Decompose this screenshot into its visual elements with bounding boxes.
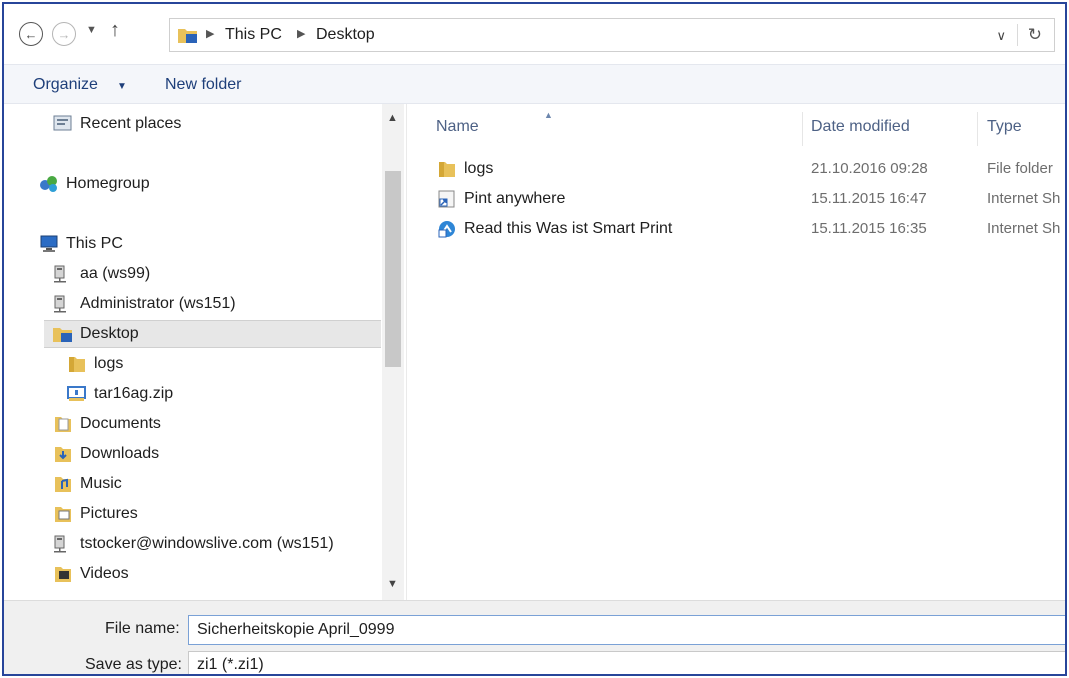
address-row: ← → ▼ ↑ ▶ This PC ▶ Desktop ∨ ↻ — [4, 4, 1065, 64]
folder-icon — [439, 162, 455, 177]
nav-item-label: logs — [94, 355, 124, 372]
shortcut-icon — [438, 190, 455, 208]
desktop-folder-icon — [178, 29, 197, 43]
file-row[interactable]: logs 21.10.2016 09:28 File folder — [408, 155, 1065, 183]
file-name: Read this Was ist Smart Print — [464, 220, 673, 237]
this-pc-icon — [40, 235, 58, 252]
address-dropdown-icon[interactable]: ∨ — [996, 28, 1006, 44]
pictures-icon — [55, 507, 71, 522]
nav-item-label: Homegroup — [66, 175, 150, 192]
file-type: File folder — [987, 160, 1053, 177]
new-folder-button[interactable]: New folder — [165, 76, 241, 94]
smartprint-shortcut-icon — [438, 221, 455, 238]
nav-item-logs[interactable]: logs — [66, 350, 366, 378]
save-options: File name: Save as type: zi1 (*.zi1) — [4, 600, 1065, 674]
file-name-input[interactable] — [188, 615, 1065, 645]
organize-caret-icon[interactable]: ▼ — [117, 81, 127, 92]
file-row[interactable]: Read this Was ist Smart Print 15.11.2015… — [408, 215, 1065, 243]
file-date: 15.11.2015 16:47 — [811, 190, 927, 207]
videos-icon — [55, 567, 71, 582]
nav-item-pictures[interactable]: Pictures — [52, 500, 372, 528]
forward-arrow-icon[interactable]: → — [52, 22, 76, 46]
address-bar[interactable]: ▶ This PC ▶ Desktop ∨ ↻ — [169, 18, 1055, 52]
nav-item-label: Documents — [80, 415, 161, 432]
file-date: 21.10.2016 09:28 — [811, 160, 928, 177]
nav-item-label: Desktop — [80, 325, 139, 342]
desktop-folder-icon — [53, 328, 72, 342]
back-arrow-icon[interactable]: ← — [19, 22, 43, 46]
column-header-name[interactable]: Name — [436, 118, 479, 136]
network-drive-icon — [54, 265, 66, 283]
navigation-pane: Recent places Homegroup This PC aa (ws99… — [4, 104, 407, 600]
documents-icon — [55, 417, 71, 432]
homegroup-icon — [40, 176, 57, 192]
file-row[interactable]: Pint anywhere 15.11.2015 16:47 Internet … — [408, 185, 1065, 213]
scroll-up-icon[interactable]: ▲ — [387, 112, 398, 124]
nav-item-recent-places[interactable]: Recent places — [52, 110, 372, 138]
nav-item-label: This PC — [66, 235, 123, 252]
nav-item-tstocker-ws151[interactable]: tstocker@windowslive.com (ws151) — [52, 530, 377, 558]
save-dialog: ← → ▼ ↑ ▶ This PC ▶ Desktop ∨ ↻ Organize… — [2, 2, 1067, 676]
breadcrumb-separator-icon: ▶ — [206, 28, 215, 40]
downloads-icon — [55, 447, 71, 462]
file-name: Pint anywhere — [464, 190, 566, 207]
breadcrumb-this-pc[interactable]: This PC — [225, 26, 282, 44]
scrollbar-thumb[interactable] — [385, 171, 401, 367]
column-divider — [802, 112, 803, 146]
up-arrow-icon[interactable]: ↑ — [110, 19, 120, 42]
nav-item-label: aa (ws99) — [80, 265, 151, 282]
nav-item-label: Administrator (ws151) — [80, 295, 236, 312]
file-type: Internet Sh — [987, 190, 1061, 207]
save-as-type-value: zi1 (*.zi1) — [197, 656, 264, 673]
folder-icon — [69, 357, 85, 372]
nav-item-desktop[interactable]: Desktop — [44, 320, 381, 348]
column-header-date-modified[interactable]: Date modified — [811, 118, 910, 136]
nav-item-homegroup[interactable]: Homegroup — [38, 170, 368, 198]
network-drive-icon — [54, 535, 66, 553]
scroll-down-icon[interactable]: ▼ — [387, 578, 398, 590]
save-as-type-label: Save as type: — [85, 656, 182, 673]
save-as-type-select[interactable]: zi1 (*.zi1) — [188, 651, 1065, 674]
nav-pane-scrollbar[interactable]: ▲ ▼ — [382, 104, 404, 600]
nav-item-this-pc[interactable]: This PC — [38, 230, 368, 258]
recent-places-icon — [53, 115, 72, 131]
nav-item-videos[interactable]: Videos — [52, 560, 372, 588]
organize-button[interactable]: Organize — [33, 76, 98, 94]
nav-item-aa-ws99[interactable]: aa (ws99) — [52, 260, 372, 288]
nav-item-label: tar16ag.zip — [94, 385, 174, 402]
column-header-type[interactable]: Type — [987, 118, 1022, 136]
network-drive-icon — [54, 295, 66, 313]
music-icon — [55, 477, 71, 492]
file-list: ▲ Name Date modified Type logs 21.10.201… — [408, 104, 1065, 600]
refresh-icon[interactable]: ↻ — [1028, 25, 1042, 45]
file-name-label: File name: — [105, 620, 180, 637]
nav-item-label: Downloads — [80, 445, 160, 462]
nav-item-label: Recent places — [80, 115, 182, 132]
nav-item-administrator-ws151[interactable]: Administrator (ws151) — [52, 290, 372, 318]
nav-item-music[interactable]: Music — [52, 470, 372, 498]
breadcrumb-desktop[interactable]: Desktop — [316, 26, 375, 44]
recent-locations-chevron-icon[interactable]: ▼ — [86, 24, 97, 36]
nav-item-label: tstocker@windowslive.com (ws151) — [80, 535, 334, 552]
nav-item-documents[interactable]: Documents — [52, 410, 372, 438]
divider — [1017, 24, 1018, 46]
nav-item-label: Pictures — [80, 505, 138, 522]
breadcrumb-separator-icon: ▶ — [297, 28, 306, 40]
nav-item-label: Videos — [80, 565, 129, 582]
nav-item-label: Music — [80, 475, 122, 492]
file-date: 15.11.2015 16:35 — [811, 220, 927, 237]
sort-ascending-icon: ▲ — [544, 110, 553, 120]
column-divider — [977, 112, 978, 146]
zip-icon — [67, 386, 86, 401]
nav-item-downloads[interactable]: Downloads — [52, 440, 372, 468]
nav-item-tar16ag-zip[interactable]: tar16ag.zip — [66, 380, 366, 408]
file-type: Internet Sh — [987, 220, 1061, 237]
file-name: logs — [464, 160, 494, 177]
toolbar: Organize ▼ New folder — [4, 64, 1065, 104]
